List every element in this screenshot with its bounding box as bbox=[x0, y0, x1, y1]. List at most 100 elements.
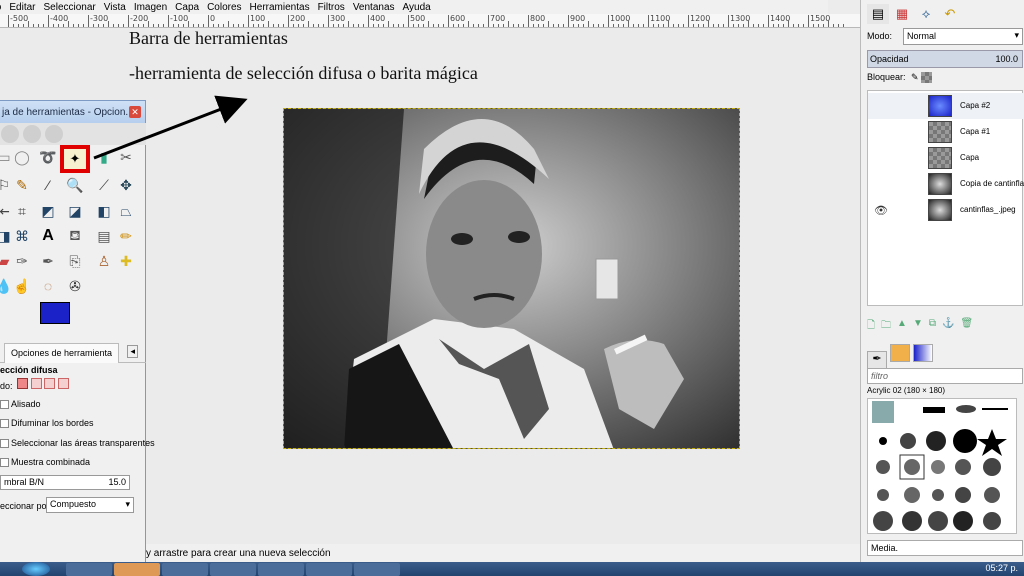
layers-list[interactable]: Capa #2 Capa #1 Capa Copia de cantinflas 👁 ca… bbox=[867, 90, 1024, 306]
ruler-tick bbox=[468, 21, 469, 27]
layer-row[interactable]: Copia de cantinflas bbox=[868, 171, 1024, 197]
antialias-option[interactable]: Alisado bbox=[0, 399, 41, 410]
select-by-color-tool-icon[interactable]: ▮ bbox=[94, 147, 114, 167]
taskbar-app-5[interactable] bbox=[258, 563, 304, 576]
antialias-checkbox[interactable] bbox=[0, 400, 9, 410]
antialias-label: Alisado bbox=[11, 399, 41, 409]
ruler-tick bbox=[673, 24, 674, 27]
taskbar-app-7[interactable] bbox=[354, 563, 400, 576]
burn-tool-icon[interactable]: ✇ bbox=[65, 276, 85, 296]
taskbar-app-6[interactable] bbox=[306, 563, 352, 576]
mode-subtract-icon[interactable] bbox=[44, 378, 56, 389]
transparent-option[interactable]: Seleccionar las áreas transparentes bbox=[0, 438, 155, 449]
delete-layer-icon[interactable]: 🗑 bbox=[960, 318, 973, 334]
brush-filter-input[interactable]: filtro bbox=[867, 368, 1023, 384]
perspective-tool-icon[interactable]: ⏢ bbox=[116, 201, 136, 221]
move-tool-icon[interactable]: ✥ bbox=[116, 175, 136, 195]
menu-item-imagen[interactable]: Imagen bbox=[130, 2, 171, 13]
gradients-tab-icon[interactable] bbox=[913, 344, 934, 362]
open-folder-icon[interactable]: 🗀 bbox=[881, 318, 891, 334]
opacity-slider[interactable]: Opacidad 100.0 bbox=[867, 50, 1023, 68]
menu-item-herramientas[interactable]: Herramientas bbox=[246, 2, 314, 13]
tab-tool-options[interactable]: Opciones de herramienta bbox=[4, 343, 120, 363]
layer-row[interactable]: 👁 cantinflas_.jpeg bbox=[868, 197, 1024, 223]
heal-tool-icon[interactable]: ♙ bbox=[94, 251, 114, 271]
feather-option[interactable]: Difuminar los bordes bbox=[0, 418, 94, 429]
mode-replace-icon[interactable] bbox=[17, 378, 29, 389]
bucket-fill-tool-icon[interactable]: ⛾ bbox=[65, 226, 85, 246]
layer-row[interactable]: Capa #2 bbox=[868, 93, 1024, 119]
mode-add-icon[interactable] bbox=[30, 378, 42, 389]
dodge-tool-icon[interactable]: ◌ bbox=[38, 276, 58, 296]
menu-item-editar[interactable]: Editar bbox=[5, 2, 39, 13]
rotate-tool-icon[interactable]: ◩ bbox=[38, 201, 58, 221]
color-picker-tool-icon[interactable]: ⁄ bbox=[38, 175, 58, 195]
ruler-tick bbox=[233, 24, 234, 27]
close-icon[interactable]: ✕ bbox=[129, 106, 141, 118]
zoom-tool-icon[interactable]: 🔍 bbox=[65, 175, 85, 195]
fuzzy-select-tool-icon[interactable]: ✦ bbox=[60, 145, 90, 173]
taskbar-app-1[interactable] bbox=[66, 563, 112, 576]
eye-icon[interactable]: 👁 bbox=[874, 204, 888, 217]
feather-checkbox[interactable] bbox=[0, 419, 9, 429]
brushes-tab-icon[interactable]: ✒ bbox=[867, 351, 887, 369]
text-tool-icon[interactable]: A bbox=[38, 226, 58, 246]
pencil-tool-icon[interactable]: ✏ bbox=[116, 226, 136, 246]
ruler-tick bbox=[183, 24, 184, 27]
raise-layer-icon[interactable]: ▲ bbox=[897, 318, 907, 334]
ruler-tick bbox=[648, 15, 649, 27]
layer-mode-dropdown[interactable]: Normal ▾ bbox=[903, 28, 1023, 45]
menu-item-vista[interactable]: Vista bbox=[100, 2, 130, 13]
duplicate-layer-icon[interactable]: ⧉ bbox=[929, 318, 936, 334]
paths-tab-icon[interactable]: ⟡ bbox=[915, 4, 937, 24]
merged-checkbox[interactable] bbox=[0, 458, 9, 468]
transparent-checkbox[interactable] bbox=[0, 439, 9, 449]
canvas-image[interactable] bbox=[283, 108, 740, 449]
menu-item-filtros[interactable]: Filtros bbox=[314, 2, 349, 13]
menu-item-ventanas[interactable]: Ventanas bbox=[349, 2, 399, 13]
gradient-tool-icon[interactable]: ▤ bbox=[94, 226, 114, 246]
brush-category-field[interactable]: Media. bbox=[867, 540, 1023, 556]
lock-pixels-icon[interactable]: ✎ bbox=[911, 72, 919, 82]
mode-intersect-icon[interactable] bbox=[57, 378, 69, 389]
taskbar-app-2[interactable] bbox=[114, 563, 160, 576]
layers-tab-icon[interactable]: ▤ bbox=[867, 4, 889, 24]
crop-tool-icon[interactable]: ⌗ bbox=[12, 201, 32, 221]
menu-item-colores[interactable]: Colores bbox=[203, 2, 245, 13]
scale-tool-icon[interactable]: ◪ bbox=[65, 201, 85, 221]
airbrush-tool-icon[interactable]: ✑ bbox=[12, 251, 32, 271]
menu-item-capa[interactable]: Capa bbox=[171, 2, 203, 13]
patterns-tab-icon[interactable] bbox=[890, 344, 911, 362]
paths-tool-icon[interactable]: ✎ bbox=[12, 175, 32, 195]
ink-tool-icon[interactable]: ✒ bbox=[38, 251, 58, 271]
channels-tab-icon[interactable]: ▦ bbox=[891, 4, 913, 24]
threshold-slider[interactable]: mbral B/N 15.0 bbox=[0, 475, 130, 490]
ruler-tick bbox=[743, 24, 744, 27]
perspective-clone-tool-icon[interactable]: ✚ bbox=[116, 251, 136, 271]
start-button-icon[interactable] bbox=[22, 562, 50, 576]
free-select-tool-icon[interactable]: ➰ bbox=[38, 147, 58, 167]
taskbar-app-3[interactable] bbox=[162, 563, 208, 576]
layer-row[interactable]: Capa bbox=[868, 145, 1024, 171]
scissors-tool-icon[interactable]: ✂ bbox=[116, 147, 136, 167]
anchor-layer-icon[interactable]: ⚓ bbox=[942, 318, 954, 334]
menu-item-seleccionar[interactable]: Seleccionar bbox=[39, 2, 99, 13]
new-layer-icon[interactable]: 🗋 bbox=[867, 318, 875, 334]
ellipse-select-tool-icon[interactable]: ◯ bbox=[12, 147, 32, 167]
measure-tool-icon[interactable]: ⟋ bbox=[94, 175, 114, 195]
tab-menu-icon[interactable]: ◂ bbox=[127, 345, 138, 358]
foreground-color-swatch[interactable] bbox=[40, 302, 70, 324]
taskbar-app-4[interactable] bbox=[210, 563, 256, 576]
lower-layer-icon[interactable]: ▼ bbox=[913, 318, 923, 334]
layer-row[interactable]: Capa #1 bbox=[868, 119, 1024, 145]
undo-history-tab-icon[interactable]: ↶ bbox=[939, 4, 961, 24]
menu-item-ayuda[interactable]: Ayuda bbox=[399, 2, 435, 13]
select-by-dropdown[interactable]: Compuesto ▾ bbox=[46, 497, 134, 513]
shear-tool-icon[interactable]: ◧ bbox=[94, 201, 114, 221]
lock-alpha-icon[interactable] bbox=[921, 72, 933, 84]
cage-tool-icon[interactable]: ⌘ bbox=[12, 226, 32, 246]
clone-tool-icon[interactable]: ⎘ bbox=[65, 251, 85, 271]
smudge-tool-icon[interactable]: ☝ bbox=[12, 276, 32, 296]
merged-option[interactable]: Muestra combinada bbox=[0, 457, 90, 468]
brushes-grid[interactable] bbox=[867, 398, 1017, 534]
